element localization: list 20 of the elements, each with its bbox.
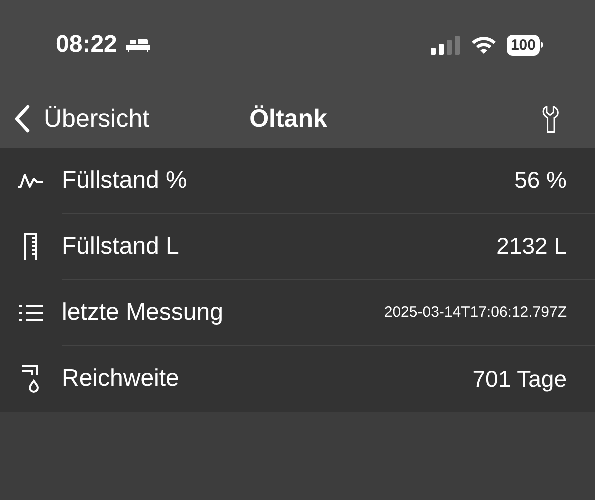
back-button[interactable]: Übersicht <box>14 104 150 134</box>
row-value: 2025-03-14T17:06:12.797Z <box>384 304 567 321</box>
ruler-icon <box>22 233 40 261</box>
row-value: 56 % <box>514 167 567 194</box>
back-chevron-icon <box>14 105 30 133</box>
clock-time: 08:22 <box>56 31 118 59</box>
row-label: Füllstand L <box>62 232 180 260</box>
page-title: Öltank <box>250 104 328 134</box>
signal-icon <box>430 35 461 55</box>
battery-icon: 100 <box>506 34 543 56</box>
bed-icon <box>125 37 152 53</box>
row-label: Reichweite <box>62 365 180 393</box>
wave-icon <box>17 172 45 190</box>
list-icon <box>18 304 44 322</box>
faucet-icon <box>21 364 41 394</box>
row-value: 2132 L <box>496 233 567 260</box>
row-label: letzte Messung <box>62 298 224 326</box>
row-label: Füllstand % <box>62 166 188 194</box>
wifi-icon <box>470 35 497 55</box>
row-value: 701 Tage <box>472 366 567 392</box>
